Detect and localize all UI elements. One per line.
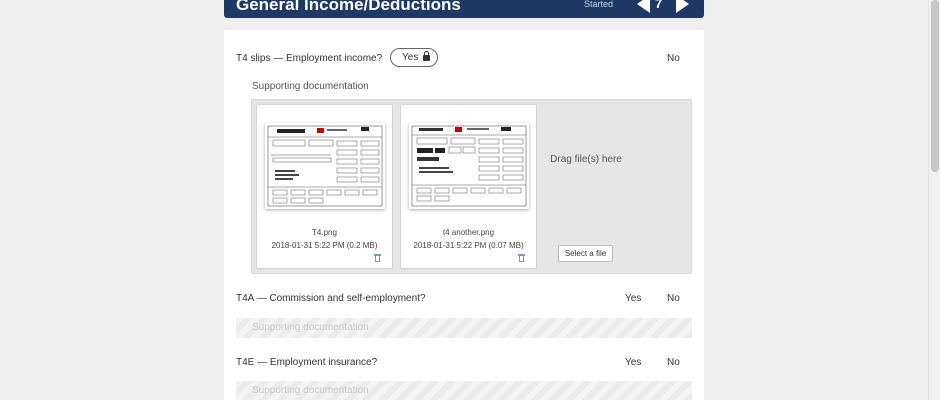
question-t4-label: T4 slips — Employment income? bbox=[236, 53, 383, 64]
section-header: General Income/Deductions Started 7 bbox=[224, 0, 704, 18]
trash-icon[interactable] bbox=[518, 254, 525, 262]
supporting-documentation-label: Supporting documentation bbox=[252, 322, 369, 333]
question-t4e-yes[interactable]: Yes bbox=[625, 357, 641, 368]
lock-icon bbox=[423, 51, 430, 61]
file-meta: 2018-01-31 5:22 PM (0.2 MB) bbox=[271, 241, 378, 250]
supporting-documentation-label: Supporting documentation bbox=[252, 385, 369, 396]
drag-files-hint: Drag file(s) here bbox=[550, 154, 622, 165]
question-t4e-label: T4E — Employment insurance? bbox=[236, 357, 378, 368]
section-counter: 7 bbox=[655, 0, 663, 11]
section-status: Started bbox=[584, 0, 614, 9]
question-t4-yes-selected[interactable]: Yes bbox=[390, 48, 438, 67]
question-t4-no[interactable]: No bbox=[667, 53, 680, 64]
supporting-documentation-label: Supporting documentation bbox=[252, 81, 369, 92]
file-name: T4.png bbox=[312, 228, 337, 237]
scrollbar-thumb[interactable] bbox=[931, 0, 939, 172]
supporting-documentation-disabled: Supporting documentation bbox=[236, 381, 692, 400]
file-name: t4 another.png bbox=[442, 228, 495, 237]
prev-arrow-icon[interactable] bbox=[637, 0, 650, 13]
trash-icon[interactable] bbox=[374, 254, 381, 262]
question-t4e-no[interactable]: No bbox=[667, 357, 680, 368]
section-title: General Income/Deductions bbox=[236, 0, 461, 14]
file-card[interactable]: t4 another.png 2018-01-31 5:22 PM (0.07 … bbox=[400, 104, 537, 269]
question-t4a-yes[interactable]: Yes bbox=[625, 293, 641, 304]
question-t4a-no[interactable]: No bbox=[667, 293, 680, 304]
supporting-documentation-disabled: Supporting documentation bbox=[236, 318, 692, 338]
question-t4a-label: T4A — Commission and self-employment? bbox=[236, 293, 426, 304]
yes-option-label: Yes bbox=[402, 52, 419, 63]
t4-form-image bbox=[265, 123, 385, 209]
file-thumbnail bbox=[265, 123, 385, 209]
select-file-button[interactable]: Select a file bbox=[558, 245, 613, 262]
next-arrow-icon[interactable] bbox=[676, 0, 689, 13]
scrollbar[interactable] bbox=[928, 0, 940, 400]
file-thumbnail bbox=[409, 123, 529, 209]
file-meta: 2018-01-31 5:22 PM (0.07 MB) bbox=[413, 241, 524, 250]
file-card[interactable]: T4.png 2018-01-31 5:22 PM (0.2 MB) bbox=[256, 104, 393, 269]
t4-form-image bbox=[409, 123, 529, 209]
